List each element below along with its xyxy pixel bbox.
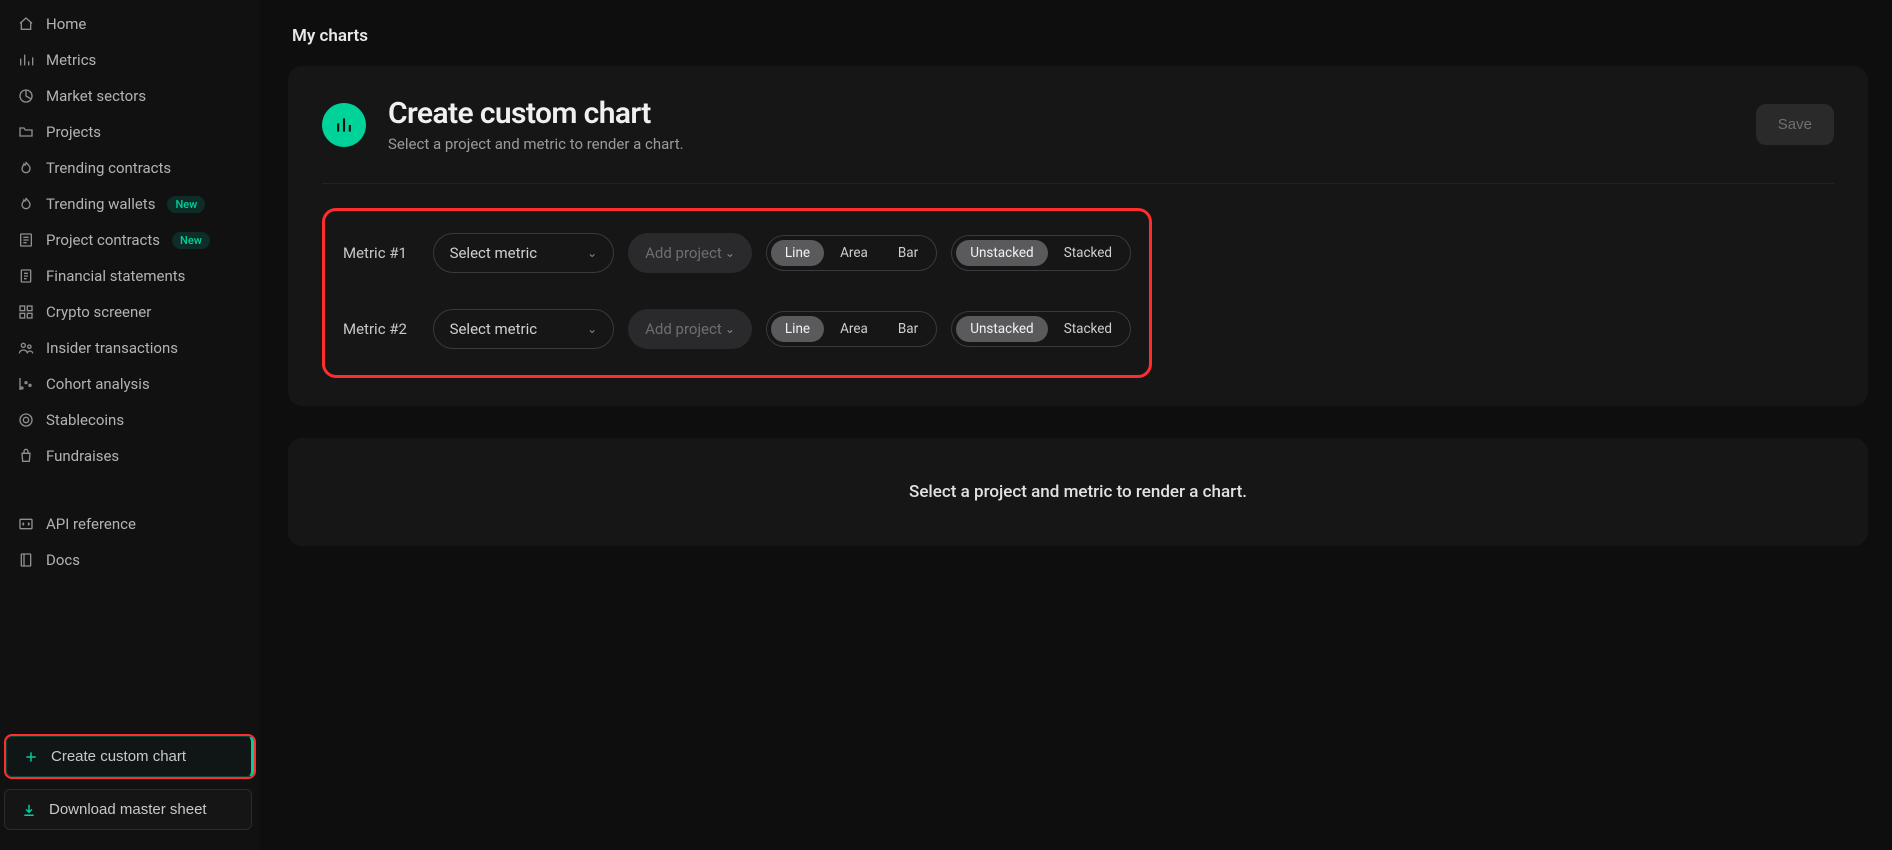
book-icon [18,552,34,568]
button-label: Create custom chart [51,748,186,765]
metric-label: Metric #2 [343,320,419,338]
select-placeholder: Select metric [450,320,538,338]
stack-toggle: Unstacked Stacked [951,311,1131,347]
page-title: My charts [292,26,1864,46]
placeholder-text: Select a project and metric to render a … [308,482,1848,502]
sidebar-item-label: Financial statements [46,267,185,285]
sidebar-item-docs[interactable]: Docs [4,542,256,578]
stack-toggle: Unstacked Stacked [951,235,1131,271]
sidebar-actions: Create custom chart Download master shee… [4,734,256,840]
chart-placeholder: Select a project and metric to render a … [288,438,1868,546]
stack-stacked[interactable]: Stacked [1050,240,1126,266]
chevron-down-icon: ⌄ [725,246,735,260]
folder-icon [18,124,34,140]
card-subtitle: Select a project and metric to render a … [388,135,684,153]
contract-icon [18,232,34,248]
sidebar-item-label: Project contracts [46,231,160,249]
sidebar-item-home[interactable]: Home [4,6,256,42]
bars-icon [18,52,34,68]
stack-unstacked[interactable]: Unstacked [956,316,1048,342]
plus-icon [23,749,39,765]
chevron-down-icon: ⌄ [587,246,597,260]
sidebar-item-metrics[interactable]: Metrics [4,42,256,78]
sidebar-item-trending-wallets[interactable]: Trending wallets New [4,186,256,222]
select-metric-dropdown[interactable]: Select metric ⌄ [433,309,615,349]
sidebar-item-crypto-screener[interactable]: Crypto screener [4,294,256,330]
sidebar-item-label: Trending wallets [46,195,155,213]
main-content: My charts Create custom chart Select a p… [260,0,1892,850]
sidebar-item-api-reference[interactable]: API reference [4,506,256,542]
add-project-dropdown[interactable]: Add project ⌄ [628,309,752,349]
metric-row-1: Metric #1 Select metric ⌄ Add project ⌄ … [343,233,1131,273]
card-header: Create custom chart Select a project and… [322,96,1834,184]
people-icon [18,340,34,356]
sidebar-item-cohort-analysis[interactable]: Cohort analysis [4,366,256,402]
sidebar-item-label: Market sectors [46,87,146,105]
sidebar-item-trending-contracts[interactable]: Trending contracts [4,150,256,186]
doc-icon [18,268,34,284]
chart-type-toggle: Line Area Bar [766,235,937,271]
chart-type-line[interactable]: Line [771,240,824,266]
sidebar: Home Metrics Market sectors Projects Tre… [0,0,260,850]
stack-stacked[interactable]: Stacked [1050,316,1126,342]
chevron-down-icon: ⌄ [725,322,735,336]
sidebar-item-label: Stablecoins [46,411,124,429]
sidebar-item-stablecoins[interactable]: Stablecoins [4,402,256,438]
button-label: Download master sheet [49,801,207,818]
metric-label: Metric #1 [343,244,419,262]
metric-row-2: Metric #2 Select metric ⌄ Add project ⌄ … [343,309,1131,349]
chart-type-toggle: Line Area Bar [766,311,937,347]
add-project-placeholder: Add project [645,320,722,338]
add-project-placeholder: Add project [645,244,722,262]
sidebar-item-project-contracts[interactable]: Project contracts New [4,222,256,258]
sidebar-item-market-sectors[interactable]: Market sectors [4,78,256,114]
create-custom-chart-button[interactable]: Create custom chart [6,736,254,777]
grid-icon [18,304,34,320]
sidebar-item-label: Crypto screener [46,303,151,321]
sidebar-item-label: Cohort analysis [46,375,150,393]
chart-icon [322,103,366,147]
coin-icon [18,412,34,428]
new-badge: New [172,232,210,249]
flame-icon [18,160,34,176]
home-icon [18,16,34,32]
select-metric-dropdown[interactable]: Select metric ⌄ [433,233,615,273]
chart-type-bar[interactable]: Bar [884,316,932,342]
chart-type-bar[interactable]: Bar [884,240,932,266]
sidebar-item-label: API reference [46,515,136,533]
sidebar-item-label: Metrics [46,51,96,69]
sidebar-item-fundraises[interactable]: Fundraises [4,438,256,474]
sidebar-item-label: Home [46,15,86,33]
select-placeholder: Select metric [450,244,538,262]
scatter-icon [18,376,34,392]
download-icon [21,802,37,818]
sidebar-item-projects[interactable]: Projects [4,114,256,150]
chart-type-area[interactable]: Area [826,316,882,342]
code-icon [18,516,34,532]
sidebar-item-label: Fundraises [46,447,119,465]
save-button[interactable]: Save [1756,104,1834,145]
new-badge: New [167,196,205,213]
stack-unstacked[interactable]: Unstacked [956,240,1048,266]
chart-type-area[interactable]: Area [826,240,882,266]
nav-primary: Home Metrics Market sectors Projects Tre… [4,4,256,578]
sidebar-item-label: Insider transactions [46,339,178,357]
chart-type-line[interactable]: Line [771,316,824,342]
chevron-down-icon: ⌄ [587,322,597,336]
sidebar-item-insider-transactions[interactable]: Insider transactions [4,330,256,366]
metrics-config-area: Metric #1 Select metric ⌄ Add project ⌄ … [322,208,1152,378]
create-chart-card: Create custom chart Select a project and… [288,66,1868,406]
bag-icon [18,448,34,464]
sidebar-item-label: Trending contracts [46,159,171,177]
add-project-dropdown[interactable]: Add project ⌄ [628,233,752,273]
flame-icon [18,196,34,212]
sidebar-item-financial-statements[interactable]: Financial statements [4,258,256,294]
download-master-sheet-button[interactable]: Download master sheet [4,789,252,830]
pie-icon [18,88,34,104]
card-title: Create custom chart [388,96,684,131]
annotation-highlight: Create custom chart [4,734,256,779]
sidebar-item-label: Docs [46,551,80,569]
sidebar-item-label: Projects [46,123,101,141]
